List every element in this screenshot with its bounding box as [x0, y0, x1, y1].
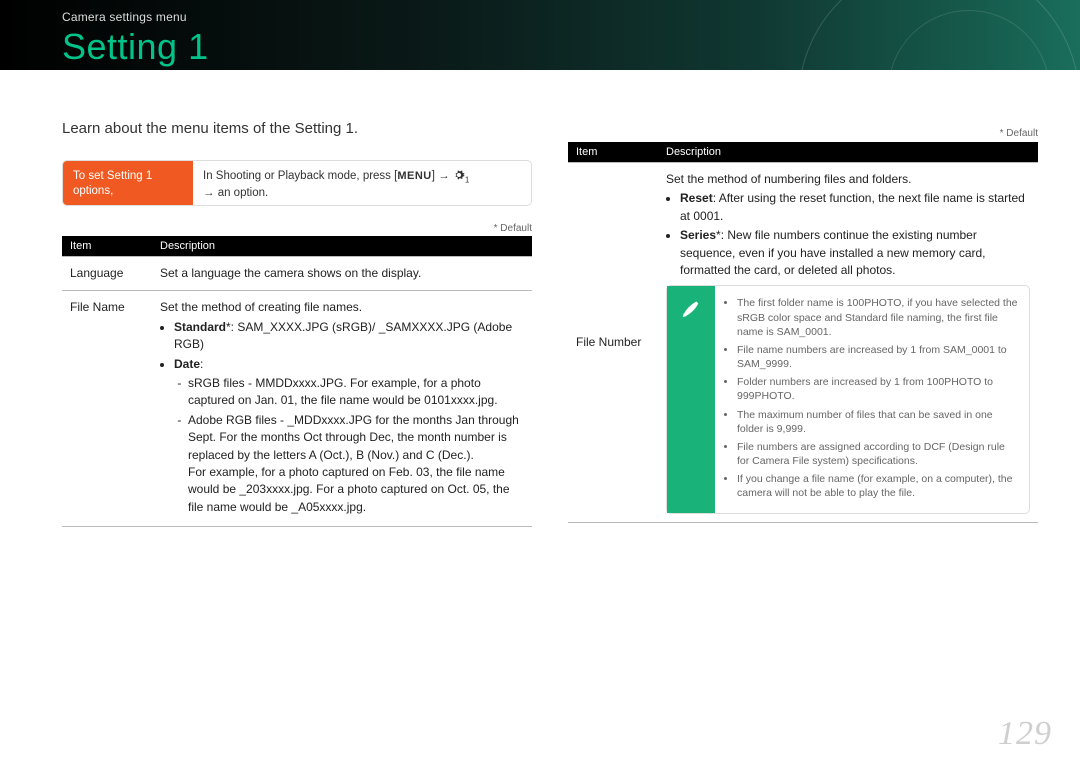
banner: Camera settings menu Setting 1	[0, 0, 1080, 70]
settings-table-left: Item Description Language Set a language…	[62, 236, 532, 527]
howto-left: To set Setting 1 options,	[63, 161, 193, 205]
series-label: Series	[680, 228, 716, 242]
list-item: Folder numbers are increased by 1 from 1…	[737, 375, 1019, 403]
adobe-a: Adobe RGB files - _MDDxxxx.JPG for the m…	[188, 413, 519, 462]
default-note-right: * Default	[568, 128, 1038, 139]
note-icon	[667, 286, 715, 512]
reset-label: Reset	[680, 191, 713, 205]
list-item: The first folder name is 100PHOTO, if yo…	[737, 296, 1019, 339]
list-item: Adobe RGB files - _MDDxxxx.JPG for the m…	[188, 412, 524, 516]
settings-table-right: Item Description File Number Set the met…	[568, 142, 1038, 523]
list-item: If you change a file name (for example, …	[737, 472, 1019, 500]
item-filename: File Name	[62, 291, 152, 527]
date-label: Date	[174, 357, 200, 371]
page-number: 129	[998, 715, 1052, 753]
menu-button-label: MENU	[397, 169, 431, 183]
reset-rest: : After using the reset function, the ne…	[680, 191, 1025, 222]
item-language: Language	[62, 257, 152, 291]
note-content: The first folder name is 100PHOTO, if yo…	[715, 286, 1029, 512]
howto-pre: In Shooting or Playback mode, press [	[203, 170, 397, 182]
table-row: File Name Set the method of creating fil…	[62, 291, 532, 527]
th-desc: Description	[658, 142, 1038, 163]
date-colon: :	[200, 357, 203, 371]
list-item: Standard*: SAM_XXXX.JPG (sRGB)/ _SAMXXXX…	[174, 319, 524, 354]
standard-label: Standard	[174, 320, 226, 334]
adobe-b: For example, for a photo captured on Feb…	[188, 465, 510, 514]
page-title: Setting 1	[62, 26, 209, 68]
list-item: Series*: New file numbers continue the e…	[680, 227, 1030, 279]
fn-intro: Set the method of creating file names.	[160, 299, 524, 316]
list-item: Reset: After using the reset function, t…	[680, 190, 1030, 225]
list-item: File name numbers are increased by 1 fro…	[737, 343, 1019, 371]
howto-right: In Shooting or Playback mode, press [MEN…	[193, 161, 531, 205]
desc-filenumber: Set the method of numbering files and fo…	[658, 163, 1038, 523]
intro-text: Learn about the menu items of the Settin…	[62, 120, 358, 137]
list-item: File numbers are assigned according to D…	[737, 440, 1019, 468]
list-item: Date: sRGB files - MMDDxxxx.JPG. For exa…	[174, 356, 524, 517]
th-item: Item	[62, 236, 152, 257]
list-item: sRGB files - MMDDxxxx.JPG. For example, …	[188, 375, 524, 410]
th-item: Item	[568, 142, 658, 163]
howto-mid: ] →	[432, 170, 453, 182]
howto-post: → an option.	[203, 187, 268, 199]
note-box: The first folder name is 100PHOTO, if yo…	[666, 285, 1030, 513]
desc-filename: Set the method of creating file names. S…	[152, 291, 532, 527]
desc-language: Set a language the camera shows on the d…	[152, 257, 532, 291]
gear-sub: 1	[465, 175, 469, 184]
gear-icon	[453, 169, 465, 181]
list-item: The maximum number of files that can be …	[737, 408, 1019, 436]
item-filenumber: File Number	[568, 163, 658, 523]
howto-box: To set Setting 1 options, In Shooting or…	[62, 160, 532, 206]
table-row: Language Set a language the camera shows…	[62, 257, 532, 291]
series-rest: *: New file numbers continue the existin…	[680, 228, 986, 277]
howto-left-l1: To set Setting 1	[73, 170, 152, 182]
table-row: File Number Set the method of numbering …	[568, 163, 1038, 523]
th-desc: Description	[152, 236, 532, 257]
fnr-intro: Set the method of numbering files and fo…	[666, 171, 1030, 188]
howto-left-l2: options,	[73, 185, 113, 197]
section-label: Camera settings menu	[62, 10, 187, 24]
default-note-left: * Default	[62, 223, 532, 234]
